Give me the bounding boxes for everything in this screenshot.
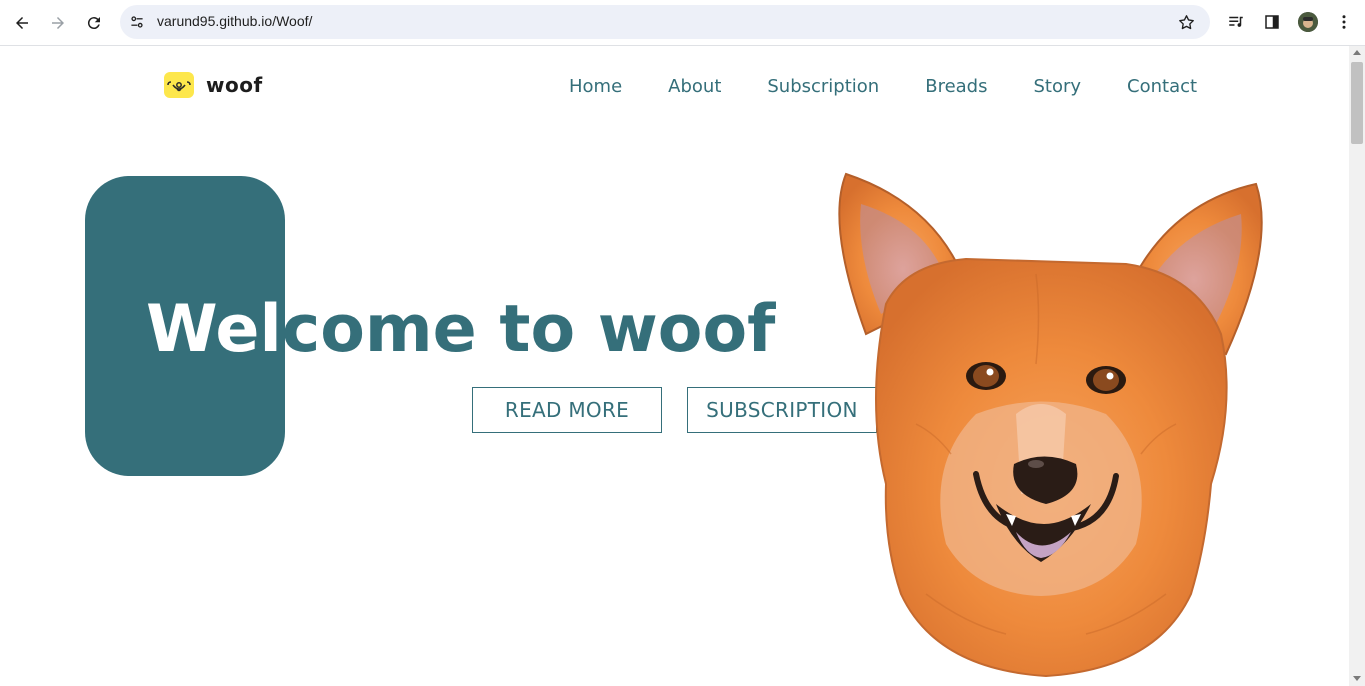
bookmark-button[interactable] (1174, 10, 1198, 34)
star-icon (1178, 14, 1194, 29)
scrollbar-thumb[interactable] (1351, 62, 1363, 144)
reload-icon (87, 17, 100, 30)
media-button[interactable] (1224, 10, 1248, 34)
side-panel-button[interactable] (1260, 10, 1284, 34)
scroll-down-arrow-icon[interactable] (1353, 676, 1361, 681)
profile-avatar[interactable] (1298, 12, 1318, 32)
nav-contact[interactable]: Contact (1104, 74, 1220, 100)
arrow-right-icon (52, 17, 64, 29)
nav-story[interactable]: Story (1010, 74, 1104, 100)
read-more-button[interactable]: READ MORE (472, 387, 662, 433)
browser-toolbar: varund95.github.io/Woof/ (0, 0, 1365, 46)
back-button[interactable] (8, 9, 36, 37)
hero-title-light-part: Wel (146, 292, 282, 367)
nav-subscription[interactable]: Subscription (744, 74, 902, 100)
scroll-up-arrow-icon[interactable] (1353, 50, 1361, 55)
media-queue-icon (1229, 16, 1243, 27)
dog-face-logo-icon (164, 72, 194, 98)
side-panel-icon (1265, 15, 1279, 29)
arrow-left-icon (16, 17, 28, 29)
hero-title-dark-part: come to woof (281, 292, 776, 367)
nav-about[interactable]: About (645, 74, 744, 100)
logo-text: woof (206, 73, 263, 97)
nav-breads[interactable]: Breads (902, 74, 1010, 100)
site-logo[interactable]: woof (164, 72, 263, 98)
browser-menu-button[interactable] (1332, 10, 1356, 34)
forward-button[interactable] (44, 9, 72, 37)
main-navigation: Home About Subscription Breads Story Con… (546, 74, 1220, 100)
url-text[interactable]: varund95.github.io/Woof/ (157, 13, 312, 29)
corgi-illustration (838, 172, 1263, 678)
site-info-button[interactable] (126, 11, 148, 33)
nav-home[interactable]: Home (546, 74, 645, 100)
more-vert-icon (1342, 15, 1346, 29)
tune-icon (131, 16, 143, 28)
hero-title: Welcome to woof (146, 290, 775, 370)
avatar-icon (1298, 12, 1318, 32)
reload-button[interactable] (80, 9, 108, 37)
